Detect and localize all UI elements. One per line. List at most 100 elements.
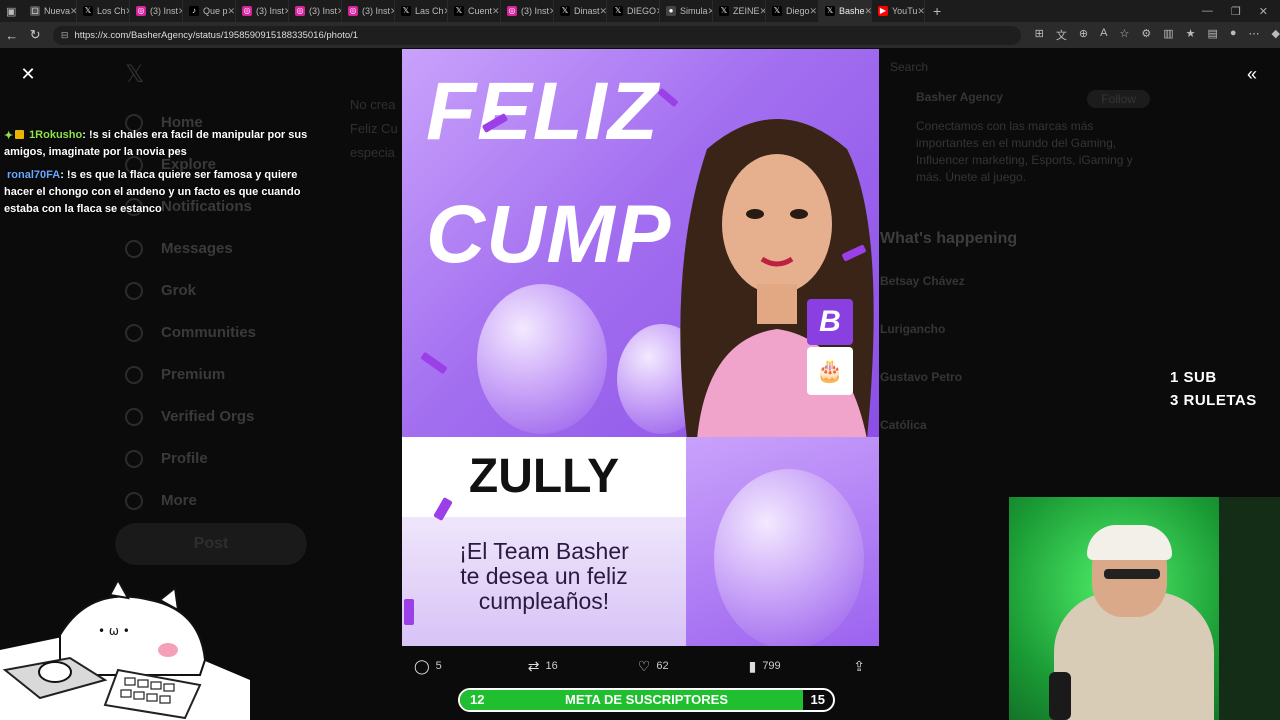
chat-username: 1Rokusho <box>29 129 83 141</box>
browser-tab[interactable]: ▢ Nueva ✕ <box>24 0 77 22</box>
new-tab-button[interactable]: + <box>925 3 949 19</box>
reply-button[interactable]: ◯ 5 <box>414 658 442 675</box>
background-nav-item: Premium <box>125 354 256 396</box>
browser-tab[interactable]: ♪ Que p ✕ <box>183 0 236 22</box>
copilot-icon[interactable]: ◆ <box>1272 27 1280 43</box>
tab-label: YouTu <box>892 6 918 16</box>
tab-close-icon[interactable]: ✕ <box>600 6 606 17</box>
tab-close-icon[interactable]: ✕ <box>228 6 235 17</box>
nav-item-icon <box>125 282 143 300</box>
x-logo-icon: 𝕏 <box>560 6 570 16</box>
profile-avatar[interactable]: ● <box>1230 27 1237 43</box>
maximize-icon[interactable]: ❐ <box>1231 5 1241 18</box>
background-nav-item: Messages <box>125 228 256 270</box>
favorites-icon[interactable]: ★ <box>1186 27 1196 43</box>
tab-close-icon[interactable]: ✕ <box>70 6 76 17</box>
tab-close-icon[interactable]: ✕ <box>865 6 871 17</box>
extensions-icon[interactable]: ⚙ <box>1141 27 1151 43</box>
nav-item-icon <box>125 492 143 510</box>
translate-icon[interactable]: 文 <box>1056 27 1067 43</box>
instagram-icon: ◎ <box>348 6 358 16</box>
trend-item: Lurigancho <box>880 322 946 336</box>
browser-tab[interactable]: ▶ YouTu ✕ <box>872 0 925 22</box>
browser-tab[interactable]: 𝕏ZEINE✕ <box>713 0 766 22</box>
zoom-icon[interactable]: ⊕ <box>1079 27 1088 43</box>
background-nav-item: Grok <box>125 270 256 312</box>
tab-label: ZEINE <box>733 6 760 16</box>
photo-headline-2: CUMP <box>426 189 672 280</box>
middle-line: especia <box>350 145 395 160</box>
message-line: ¡El Team Basher <box>459 538 629 564</box>
nav-item-label: Messages <box>161 240 233 257</box>
collections-icon[interactable]: ▤ <box>1207 27 1217 43</box>
chat-message: ronal70FA: !s es que la flaca quiere ser… <box>4 167 309 218</box>
browser-tab[interactable]: 𝕏Los Ch✕ <box>77 0 130 22</box>
nav-item-label: Communities <box>161 324 257 341</box>
browser-tab[interactable]: ●Simula✕ <box>660 0 713 22</box>
birthday-photo[interactable]: FELIZ CUMP B 🎂 ZULLY ¡El Team Basher te … <box>402 49 879 646</box>
repost-count: 16 <box>545 660 558 672</box>
browser-tab[interactable]: 𝕏 Diego ✕ <box>766 0 819 22</box>
tab-close-icon[interactable]: ✕ <box>492 6 500 17</box>
trend-item: Gustavo Petro <box>880 370 963 384</box>
site-info-icon[interactable]: ⊟ <box>61 30 69 41</box>
browser-tab[interactable]: ◎(3) Inst✕ <box>289 0 342 22</box>
minimize-icon[interactable]: — <box>1202 5 1213 18</box>
tab-label: (3) Inst <box>521 6 550 16</box>
url-text: https://x.com/BasherAgency/status/195859… <box>74 29 359 41</box>
browser-tab[interactable]: 𝕏 Dinast ✕ <box>554 0 607 22</box>
x-logo-icon: 𝕏 <box>613 6 623 16</box>
chat-badge-icon: ✦ <box>4 130 14 142</box>
instagram-icon: ◎ <box>295 6 305 16</box>
background-nav-item: Profile <box>125 438 256 480</box>
tab-close-icon[interactable]: ✕ <box>917 6 924 17</box>
install-app-icon[interactable]: ⊞ <box>1035 27 1044 43</box>
collapse-sidebar-icon[interactable]: « <box>1242 64 1262 84</box>
tab-label: Diego <box>786 6 810 16</box>
browser-tab[interactable]: 𝕏DIEGO✕ <box>607 0 660 22</box>
browser-tab[interactable]: 𝕏 Bashe ✕ <box>819 0 872 22</box>
url-field[interactable]: ⊟ https://x.com/BasherAgency/status/1958… <box>52 25 1021 45</box>
tab-strip-icon[interactable]: ▣ <box>0 0 24 22</box>
back-icon[interactable]: ← <box>0 28 23 43</box>
subscriber-goal-bar: 12 META DE SUSCRIPTORES 15 <box>458 688 835 712</box>
sub-reward-text: 1 SUB 3 RULETAS <box>1170 366 1257 412</box>
middle-line: No crea <box>350 97 396 112</box>
basher-logo-icon: B <box>807 299 853 345</box>
read-aloud-icon[interactable]: A <box>1100 27 1107 43</box>
trends-list: Betsay Chávez Lurigancho Gustavo Petro Cató… <box>880 274 1150 432</box>
background-nav-item: More <box>125 480 256 522</box>
views-button[interactable]: ▮ 799 <box>749 658 781 675</box>
browser-tab[interactable]: ◎(3) Inst✕ <box>342 0 395 22</box>
tab-label: (3) Inst <box>150 6 179 16</box>
post-button: Post <box>115 523 307 565</box>
refresh-icon[interactable]: ↻ <box>23 27 46 43</box>
views-icon: ▮ <box>748 657 757 674</box>
nav-item-icon <box>125 240 143 258</box>
middle-line: Feliz Cu <box>350 121 398 136</box>
tab-close-icon[interactable]: ✕ <box>810 6 818 17</box>
browser-tab[interactable]: ◎(3) Inst✕ <box>236 0 289 22</box>
close-window-icon[interactable]: ✕ <box>1259 5 1268 18</box>
share-button[interactable]: ⇪ <box>853 658 865 675</box>
browser-tab[interactable]: ◎(3) Inst✕ <box>130 0 183 22</box>
repost-button[interactable]: ⇄ 16 <box>528 658 558 675</box>
tab-label: Los Ch <box>97 6 126 16</box>
browser-tab-bar: ▣ ▢Nueva✕𝕏Los Ch✕◎(3) Inst✕♪Que p✕◎(3) I… <box>0 0 1280 22</box>
browser-tab[interactable]: 𝕏 Cuent ✕ <box>448 0 501 22</box>
browser-tab[interactable]: ◎(3) Inst✕ <box>501 0 554 22</box>
chat-username: ronal70FA <box>7 169 61 181</box>
reply-icon: ◯ <box>414 657 430 674</box>
background-post-text: No crea Feliz Cu especia <box>350 93 398 165</box>
celebrant-name: ZULLY <box>468 450 620 503</box>
birthday-cake-icon: 🎂 <box>807 347 853 395</box>
favorite-star-icon[interactable]: ☆ <box>1119 27 1129 43</box>
close-icon[interactable]: ✕ <box>18 64 38 84</box>
more-menu-icon[interactable]: ⋯ <box>1249 27 1260 43</box>
browser-tab[interactable]: 𝕏Las Ch✕ <box>395 0 448 22</box>
like-button[interactable]: ♡ 62 <box>638 658 669 675</box>
split-screen-icon[interactable]: ▥ <box>1163 27 1173 43</box>
tab-label: Que p <box>203 6 228 16</box>
birthday-message: ¡El Team Basher te desea un feliz cumple… <box>402 539 686 614</box>
message-line: te desea un feliz <box>460 563 628 589</box>
